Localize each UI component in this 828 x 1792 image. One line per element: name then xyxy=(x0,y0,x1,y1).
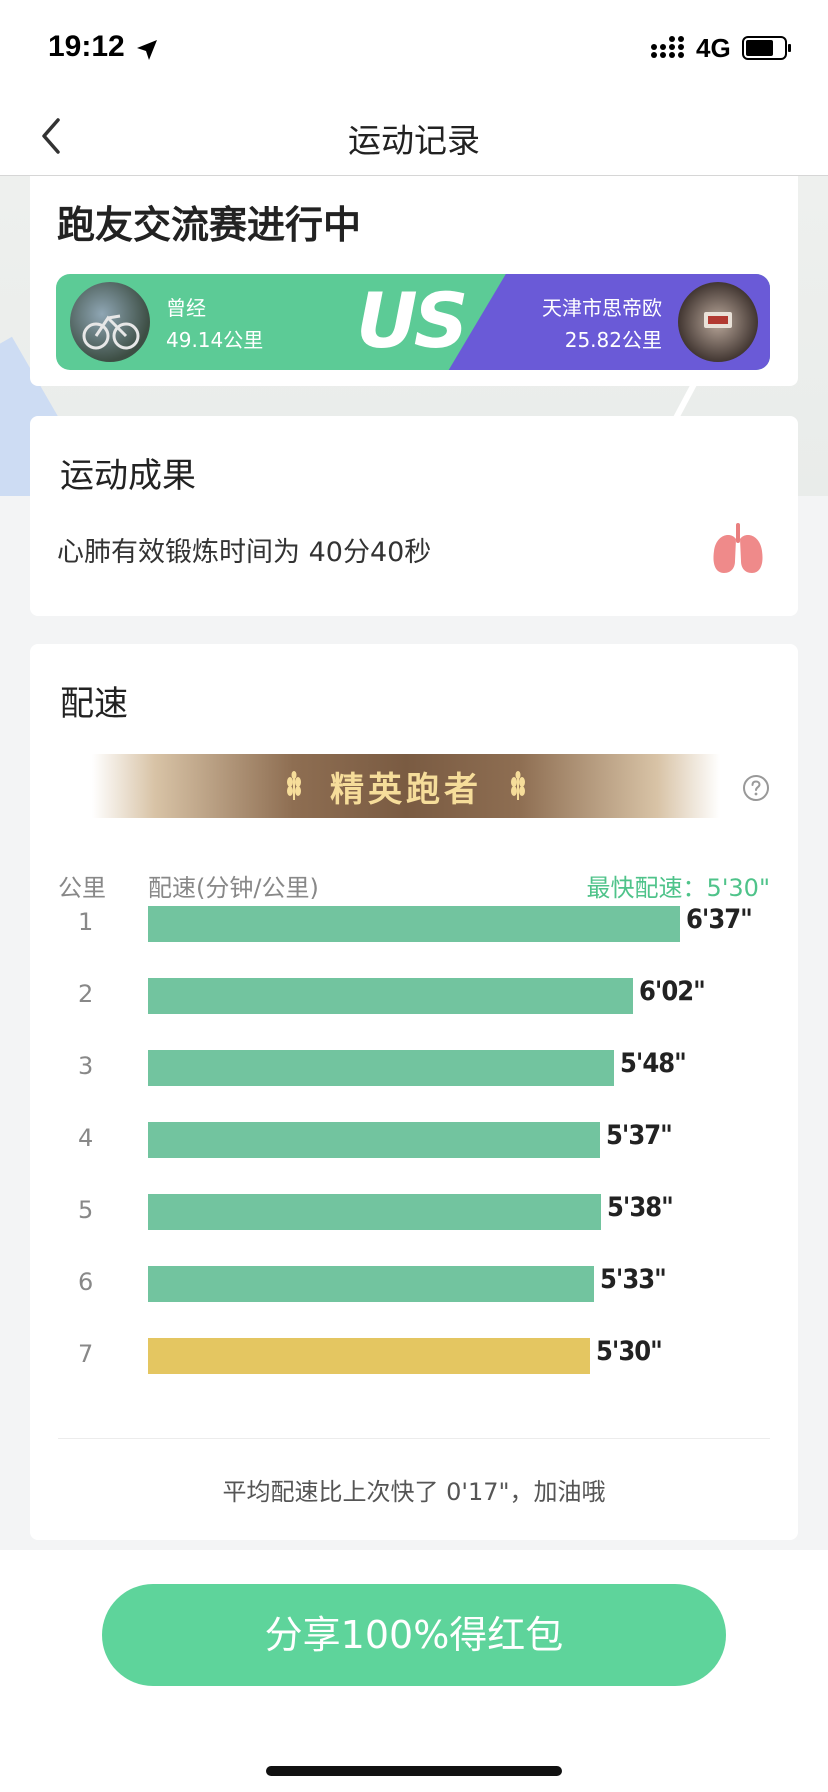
network-label: 4G xyxy=(696,33,731,63)
signal-icon xyxy=(651,36,684,58)
help-icon[interactable] xyxy=(742,774,770,802)
location-arrow-icon xyxy=(137,40,157,60)
share-button[interactable]: 分享100%得红包 xyxy=(102,1584,726,1686)
bicycle-photo-icon xyxy=(82,314,140,350)
status-time: 19:12 xyxy=(48,30,125,63)
pace-card: 配速 精英跑者 公里 配速(分钟/公里) 最快配速：5'30" 1 6'37" 2 6… xyxy=(30,644,798,1540)
km-label: 1 xyxy=(78,908,94,936)
pace-value-label: 6'02" xyxy=(639,976,706,1007)
pace-bar xyxy=(148,978,633,1014)
pace-chart: 1 6'37" 2 6'02" 3 5'48" 4 5'37" 5 5'38" 6 5'33" 7 5'3… xyxy=(30,904,798,1374)
pace-bar xyxy=(148,1338,590,1374)
column-header-pace: 配速(分钟/公里) xyxy=(148,874,319,902)
status-bar: 19:12 4G xyxy=(0,0,828,96)
home-indicator[interactable] xyxy=(266,1766,562,1776)
km-label: 2 xyxy=(78,980,94,1008)
logo-photo-icon xyxy=(704,312,732,328)
left-runner-name: 曾经 xyxy=(166,296,206,320)
column-header-km: 公里 xyxy=(58,874,106,902)
vs-bar[interactable]: 曾经 49.14公里 US 天津市思帝欧 25.82公里 xyxy=(56,274,770,370)
elite-runner-badge: 精英跑者 xyxy=(92,754,720,818)
nav-bar: 运动记录 xyxy=(0,96,828,176)
pace-bar xyxy=(148,1122,600,1158)
left-runner-avatar[interactable] xyxy=(70,282,150,362)
km-label: 5 xyxy=(78,1196,94,1224)
pace-title: 配速 xyxy=(60,684,128,724)
pace-bar xyxy=(148,906,680,942)
left-runner-distance: 49.14公里 xyxy=(166,328,264,352)
result-card: 运动成果 心肺有效锻炼时间为 40分40秒 xyxy=(30,416,798,616)
km-label: 3 xyxy=(78,1052,94,1080)
race-card: 跑友交流赛进行中 曾经 49.14公里 US 天津市思帝欧 25.82公里 xyxy=(30,176,798,386)
pace-value-label: 5'48" xyxy=(620,1048,687,1079)
divider xyxy=(58,1438,770,1439)
km-label: 4 xyxy=(78,1124,94,1152)
pace-bar xyxy=(148,1194,601,1230)
pace-value-label: 5'30" xyxy=(596,1336,663,1367)
pace-summary: 平均配速比上次快了 0'17"，加油哦 xyxy=(222,1478,606,1506)
bottom-bar: 分享100%得红包 xyxy=(0,1550,828,1792)
pace-value-label: 5'38" xyxy=(607,1192,674,1223)
pace-bar xyxy=(148,1266,594,1302)
page-title: 运动记录 xyxy=(348,121,480,160)
pace-bar xyxy=(148,1050,614,1086)
battery-icon xyxy=(742,36,791,60)
pace-value-label: 6'37" xyxy=(686,904,753,935)
result-title: 运动成果 xyxy=(60,456,196,496)
km-label: 7 xyxy=(78,1340,94,1368)
right-runner-avatar[interactable] xyxy=(678,282,758,362)
pace-value-label: 5'37" xyxy=(606,1120,673,1151)
pace-value-label: 5'33" xyxy=(600,1264,667,1295)
right-runner-distance: 25.82公里 xyxy=(564,328,662,352)
wheat-icon xyxy=(511,771,525,800)
vs-label: US xyxy=(356,276,468,365)
result-text: 心肺有效锻炼时间为 40分40秒 xyxy=(57,537,432,568)
race-title: 跑友交流赛进行中 xyxy=(57,203,362,247)
lungs-icon xyxy=(713,523,763,573)
km-label: 6 xyxy=(78,1268,94,1296)
badge-label: 精英跑者 xyxy=(330,770,482,810)
fastest-pace: 最快配速：5'30" xyxy=(586,874,770,902)
right-runner-name: 天津市思帝欧 xyxy=(542,296,662,320)
